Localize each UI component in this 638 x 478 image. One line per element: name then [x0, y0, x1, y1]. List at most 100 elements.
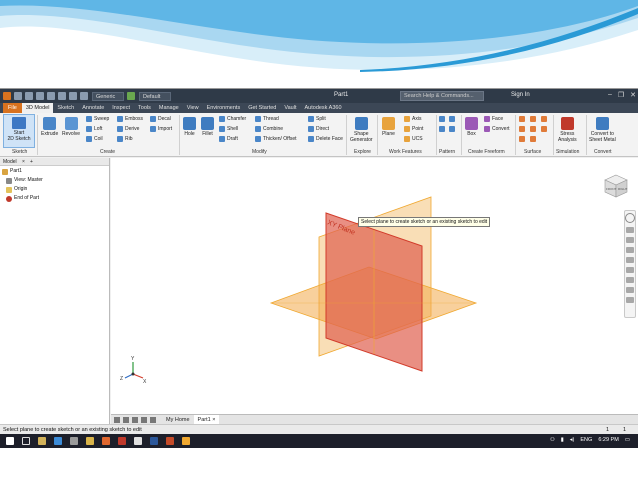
appearance-combo[interactable]: Default: [139, 91, 171, 101]
new-icon[interactable]: [14, 92, 22, 100]
app-icon-grey[interactable]: [134, 437, 142, 445]
tab-tools[interactable]: Tools: [134, 103, 155, 113]
split-button[interactable]: Split: [308, 116, 326, 122]
material-combo[interactable]: Generic: [92, 91, 124, 101]
plane-button[interactable]: Plane: [382, 117, 395, 137]
box-button[interactable]: Box: [465, 117, 478, 137]
extend-button[interactable]: [530, 126, 538, 132]
convert-to-sheet-metal-button[interactable]: Convert to Sheet Metal: [589, 117, 616, 143]
file-explorer-icon[interactable]: [38, 437, 46, 445]
redo-icon[interactable]: [58, 92, 66, 100]
decal-button[interactable]: Decal: [150, 116, 171, 122]
doc-list-icon[interactable]: [150, 416, 156, 423]
language-indicator[interactable]: ENG: [580, 437, 592, 443]
draft-button[interactable]: Draft: [219, 136, 238, 142]
convert-freeform-button[interactable]: Convert: [484, 126, 510, 132]
fillet-button[interactable]: Fillet: [201, 117, 214, 137]
chrome-icon[interactable]: [86, 437, 94, 445]
tree-item-end-of-part[interactable]: End of Part: [0, 194, 109, 203]
viewcube[interactable]: FRONT RIGHT: [602, 172, 630, 200]
emboss-button[interactable]: Emboss: [117, 116, 143, 122]
pan-icon[interactable]: [626, 227, 634, 233]
close-browser-icon[interactable]: ×: [22, 158, 25, 166]
free-orbit-icon[interactable]: [626, 287, 634, 293]
task-view-icon[interactable]: [22, 437, 30, 445]
orbit-icon[interactable]: [626, 247, 634, 253]
tree-item-view-master[interactable]: View: Master: [0, 176, 109, 185]
stitch-button[interactable]: [519, 116, 527, 122]
zoom-all-icon[interactable]: [626, 267, 634, 273]
axis-button[interactable]: Axis: [404, 116, 421, 122]
direct-button[interactable]: Direct: [308, 126, 329, 132]
sweep-button[interactable]: Sweep: [86, 116, 109, 122]
clock[interactable]: 6:29 PM: [598, 437, 618, 443]
firefox-icon[interactable]: [102, 437, 110, 445]
hole-button[interactable]: Hole: [183, 117, 196, 137]
repair-button[interactable]: [530, 136, 538, 142]
start-2d-sketch-button[interactable]: Start 2D Sketch: [3, 114, 35, 148]
tab-autodesk-a360[interactable]: Autodesk A360: [301, 103, 346, 113]
trim-button[interactable]: [519, 126, 527, 132]
store-icon[interactable]: [70, 437, 78, 445]
loft-button[interactable]: Loft: [86, 126, 102, 132]
patch-button[interactable]: [541, 116, 549, 122]
sketch-pattern-button[interactable]: [449, 126, 457, 132]
minimize-icon[interactable]: –: [608, 91, 612, 99]
app-menu-icon[interactable]: [3, 92, 11, 100]
face-button[interactable]: Face: [484, 116, 503, 122]
edge-icon[interactable]: [54, 437, 62, 445]
stress-analysis-button[interactable]: Stress Analysis: [558, 117, 577, 143]
replace-face-button[interactable]: [541, 126, 549, 132]
tree-item-origin[interactable]: Origin: [0, 185, 109, 194]
app-icon-red[interactable]: [118, 437, 126, 445]
volume-icon[interactable]: ◂): [570, 437, 575, 443]
thicken-offset-button[interactable]: Thicken/ Offset: [255, 136, 297, 142]
inventor-icon[interactable]: [182, 437, 190, 445]
start-icon[interactable]: [6, 437, 14, 445]
powerpoint-icon[interactable]: [166, 437, 174, 445]
tab-manage[interactable]: Manage: [155, 103, 183, 113]
combine-button[interactable]: Combine: [255, 126, 283, 132]
people-icon[interactable]: ⚇: [550, 437, 555, 443]
select-icon[interactable]: [69, 92, 77, 100]
customize-nav-icon[interactable]: [626, 297, 634, 303]
look-at-icon[interactable]: [626, 257, 634, 263]
sculpt-button[interactable]: [530, 116, 538, 122]
extrude-button[interactable]: Extrude: [41, 117, 58, 137]
ruled-surface-button[interactable]: [519, 136, 527, 142]
shape-generator-button[interactable]: Shape Generator: [350, 117, 373, 143]
help-search-input[interactable]: Search Help & Commands...: [400, 91, 484, 101]
network-icon[interactable]: ▮: [561, 437, 564, 443]
tab-inspect[interactable]: Inspect: [108, 103, 134, 113]
word-icon[interactable]: [150, 437, 158, 445]
tab-annotate[interactable]: Annotate: [78, 103, 108, 113]
tree-item-part1[interactable]: Part1: [0, 167, 109, 176]
tab-3d-model[interactable]: 3D Model: [21, 103, 54, 113]
delete-face-button[interactable]: Delete Face: [308, 136, 343, 142]
rib-button[interactable]: Rib: [117, 136, 133, 142]
tab-sketch[interactable]: Sketch: [53, 103, 78, 113]
steering-wheel-icon[interactable]: [625, 213, 635, 223]
sign-in-link[interactable]: Sign In: [511, 92, 530, 98]
rectangular-pattern-button[interactable]: [439, 116, 447, 122]
undo-icon[interactable]: [47, 92, 55, 100]
thread-button[interactable]: Thread: [255, 116, 279, 122]
ucs-button[interactable]: UCS: [404, 136, 423, 142]
update-icon[interactable]: [80, 92, 88, 100]
open-icon[interactable]: [25, 92, 33, 100]
shell-button[interactable]: Shell: [219, 126, 238, 132]
close-icon[interactable]: ✕: [630, 91, 636, 99]
chamfer-button[interactable]: Chamfer: [219, 116, 246, 122]
circular-pattern-button[interactable]: [449, 116, 457, 122]
tab-get-started[interactable]: Get Started: [244, 103, 280, 113]
tab-environments[interactable]: Environments: [203, 103, 245, 113]
notifications-icon[interactable]: ▭: [625, 437, 630, 443]
next-doc-icon[interactable]: [141, 416, 147, 423]
cascade-icon[interactable]: [123, 416, 129, 423]
arrange-icon[interactable]: [132, 416, 138, 423]
import-button[interactable]: Import: [150, 126, 172, 132]
mirror-button[interactable]: [439, 126, 447, 132]
tab-my-home[interactable]: My Home: [162, 415, 194, 425]
tab-part1[interactable]: Part1 ×: [193, 414, 220, 425]
tab-vault[interactable]: Vault: [280, 103, 300, 113]
